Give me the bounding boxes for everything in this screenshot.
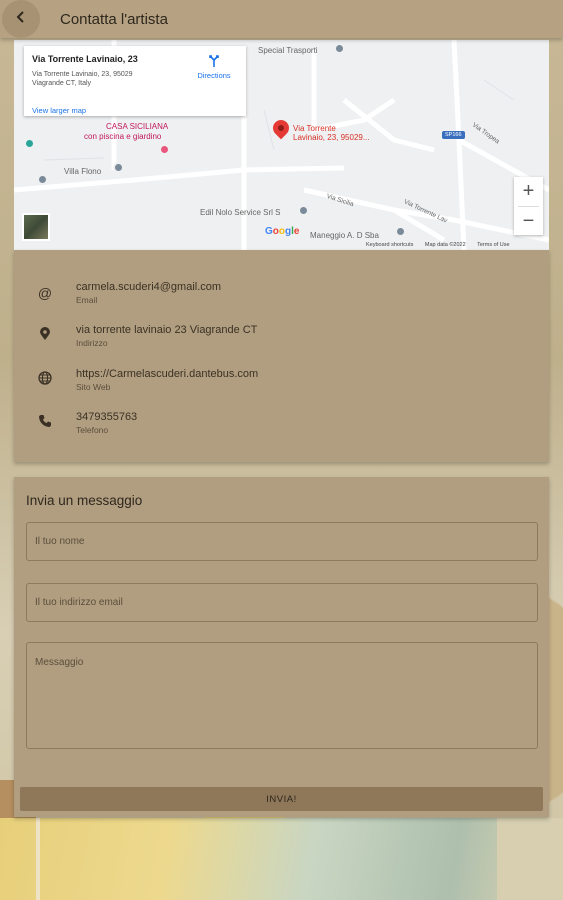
name-input[interactable] bbox=[26, 522, 538, 561]
website-value: https://Carmelascuderi.dantebus.com bbox=[76, 368, 259, 380]
arrow-back-icon bbox=[14, 10, 28, 29]
message-form-title: Invia un messaggio bbox=[26, 493, 143, 508]
send-button[interactable]: INVIA! bbox=[20, 787, 543, 811]
google-logo-letter: G bbox=[265, 226, 273, 237]
map-footer: Keyboard shortcuts Map data ©2022 Terms … bbox=[366, 242, 520, 248]
contact-row-website[interactable]: https://Carmelascuderi.dantebus.com Sito… bbox=[36, 368, 526, 398]
map-card-address-line1: Via Torrente Lavinaio, 23, 95029 bbox=[32, 71, 133, 78]
contact-info-card: @ carmela.scuderi4@gmail.com Email via t… bbox=[14, 250, 549, 462]
map-info-card: Via Torrente Lavinaio, 23 Via Torrente L… bbox=[24, 46, 246, 116]
map-label-maneggio: Maneggio A. D Sba bbox=[310, 231, 379, 240]
view-larger-map-link[interactable]: View larger map bbox=[32, 106, 86, 115]
map-zoom-controls: + − bbox=[514, 177, 543, 235]
at-icon: @ bbox=[37, 285, 53, 301]
map-poi-icon[interactable] bbox=[395, 226, 406, 237]
zoom-out-button[interactable]: − bbox=[514, 207, 543, 236]
road-badge: SP166 bbox=[442, 131, 465, 139]
top-app-bar: Contatta l'artista bbox=[0, 0, 563, 38]
pin-label-line2: Lavinaio, 23, 95029... bbox=[293, 133, 370, 142]
email-value: carmela.scuderi4@gmail.com bbox=[76, 281, 222, 293]
address-label: Indirizzo bbox=[76, 338, 108, 348]
contact-row-email[interactable]: @ carmela.scuderi4@gmail.com Email bbox=[36, 281, 526, 311]
keyboard-shortcuts-link[interactable]: Keyboard shortcuts bbox=[366, 242, 413, 248]
zoom-in-button[interactable]: + bbox=[514, 177, 543, 206]
contact-row-address[interactable]: via torrente lavinaio 23 Viagrande CT In… bbox=[36, 324, 526, 354]
website-label: Sito Web bbox=[76, 382, 111, 392]
directions-button[interactable]: Directions bbox=[192, 54, 236, 80]
background-frame-line bbox=[36, 818, 40, 900]
page-title: Contatta l'artista bbox=[60, 10, 168, 28]
address-value: via torrente lavinaio 23 Viagrande CT bbox=[76, 324, 258, 336]
map-data-text: Map data ©2022 bbox=[424, 242, 466, 248]
map-label-special-trasporti: Special Trasporti bbox=[258, 46, 318, 55]
satellite-toggle[interactable] bbox=[22, 213, 50, 241]
phone-label: Telefono bbox=[76, 425, 109, 435]
google-logo-letter: e bbox=[293, 226, 300, 237]
hospital-poi-icon[interactable] bbox=[24, 138, 35, 149]
globe-icon bbox=[36, 371, 54, 389]
map-label-villa-flono: Villa Flono bbox=[64, 167, 102, 176]
map-card-address-line2: Viagrande CT, Italy bbox=[32, 80, 92, 87]
directions-label: Directions bbox=[197, 71, 231, 80]
email-label: Email bbox=[76, 295, 98, 305]
background-frame-right bbox=[497, 818, 563, 900]
map-label-casa-siciliana-sub: con piscina e giardino bbox=[84, 132, 162, 141]
map-poi-icon[interactable] bbox=[298, 205, 309, 216]
map-label-edil-nolo: Edil Nolo Service Srl S bbox=[200, 208, 281, 217]
phone-icon bbox=[36, 414, 54, 432]
contact-row-phone[interactable]: 3479355763 Telefono bbox=[36, 411, 526, 441]
map-poi-icon[interactable] bbox=[113, 162, 124, 173]
directions-icon bbox=[192, 54, 236, 71]
pin-label-line1: Via Torrente bbox=[293, 124, 336, 133]
background-painting-bottom bbox=[0, 818, 563, 900]
message-form-card: Invia un messaggio INVIA! bbox=[14, 477, 549, 817]
phone-value: 3479355763 bbox=[76, 411, 138, 423]
google-logo: Google bbox=[265, 226, 299, 237]
hotel-poi-icon[interactable] bbox=[159, 144, 170, 155]
back-button[interactable] bbox=[2, 0, 40, 38]
terms-of-use-link[interactable]: Terms of Use bbox=[477, 242, 509, 248]
map-poi-icon[interactable] bbox=[334, 43, 345, 54]
map-card-address: Via Torrente Lavinaio, 23, 95029 Viagran… bbox=[32, 70, 182, 88]
message-textarea[interactable] bbox=[26, 642, 538, 749]
location-pin-icon bbox=[36, 327, 54, 345]
embedded-map[interactable]: Special Trasporti CASA SICILIANA con pis… bbox=[14, 40, 549, 250]
map-label-casa-siciliana: CASA SICILIANA bbox=[106, 122, 169, 131]
email-input[interactable] bbox=[26, 583, 538, 622]
map-poi-icon[interactable] bbox=[37, 174, 48, 185]
